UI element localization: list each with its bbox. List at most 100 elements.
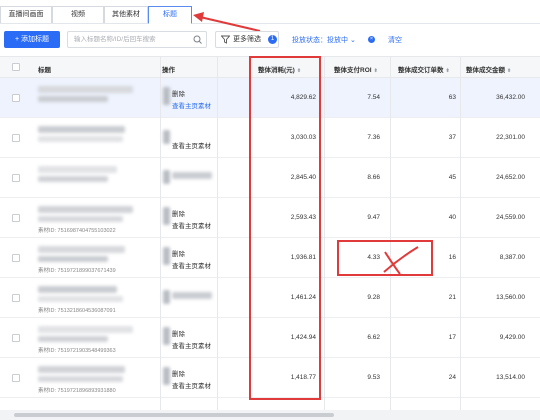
header-amount-label: 整体成交金额	[466, 67, 505, 74]
blurred-operation-thumb	[163, 130, 170, 144]
material-id-text: 素材ID: 7519721896893931880	[38, 388, 116, 394]
title-materials-table: 标题 操作 整体消耗(元) ⬍ 整体支付ROI ⬍ 整体成交订单数 ⬍ 整体成交金额 ⬍…	[0, 56, 540, 410]
filter-icon	[221, 35, 230, 44]
blurred-title-text	[38, 366, 125, 373]
view-homepage-material-link[interactable]: 查看主页素材	[172, 340, 211, 350]
row-checkbox[interactable]	[12, 254, 20, 262]
roi-value: 8.66	[367, 174, 380, 181]
row-checkbox[interactable]	[12, 134, 20, 142]
amount-value: 13,560.00	[496, 294, 525, 301]
amount-value: 13,514.00	[496, 374, 525, 381]
delete-link[interactable]: 删除	[172, 328, 185, 338]
blurred-operation-text	[172, 172, 212, 179]
status-filter-tag[interactable]: 投放状态：投放中 ⌄	[292, 35, 356, 45]
blurred-title-text	[38, 96, 108, 102]
select-all-checkbox[interactable]	[12, 63, 20, 71]
view-homepage-material-link[interactable]: 查看主页素材	[172, 380, 211, 390]
amount-value: 24,559.00	[496, 214, 525, 221]
tab-live-room[interactable]: 直播间画面	[0, 6, 52, 23]
column-divider	[324, 56, 325, 410]
material-id-text: 素材ID: 7516987404755103022	[38, 228, 116, 234]
orders-value: 63	[448, 94, 456, 101]
column-divider	[217, 56, 218, 410]
search-icon[interactable]	[193, 35, 202, 44]
roi-value: 9.47	[367, 214, 380, 221]
blurred-title-text	[38, 176, 108, 182]
blurred-title-text	[38, 376, 123, 382]
scrollbar-thumb[interactable]	[14, 413, 334, 417]
blurred-title-text	[38, 336, 108, 342]
row-checkbox[interactable]	[12, 334, 20, 342]
amount-value: 22,301.00	[496, 134, 525, 141]
blurred-operation-thumb	[163, 170, 170, 184]
more-filter-button[interactable]: 更多筛选 1	[215, 31, 279, 48]
tab-video[interactable]: 视频	[52, 6, 104, 23]
blurred-title-text	[38, 326, 133, 333]
blurred-operation-thumb	[163, 290, 170, 304]
orders-value: 40	[448, 214, 456, 221]
blurred-title-text	[38, 126, 125, 133]
view-homepage-material-link[interactable]: 查看主页素材	[172, 140, 211, 150]
view-homepage-material-link[interactable]: 查看主页素材	[172, 100, 211, 110]
blurred-title-text	[38, 246, 125, 253]
remove-status-filter-icon[interactable]: ×	[368, 36, 375, 43]
orders-value: 24	[448, 374, 456, 381]
blurred-title-text	[38, 86, 133, 93]
blurred-operation-thumb	[163, 327, 170, 345]
amount-value: 9,429.00	[499, 334, 525, 341]
roi-value: 9.53	[367, 374, 380, 381]
blurred-title-text	[38, 296, 123, 302]
tab-other-material[interactable]: 其他素材	[104, 6, 148, 23]
row-checkbox[interactable]	[12, 214, 20, 222]
annotation-cost-box	[249, 56, 321, 400]
row-checkbox[interactable]	[12, 374, 20, 382]
column-divider	[160, 56, 161, 410]
header-amount[interactable]: 整体成交金额 ⬍	[466, 64, 511, 74]
more-filter-label: 更多筛选	[233, 36, 261, 43]
amount-value: 36,432.00	[496, 94, 525, 101]
sort-icon[interactable]: ⬍	[446, 68, 450, 74]
status-filter-label: 投放状态：投放中	[292, 37, 348, 44]
view-homepage-material-link[interactable]: 查看主页素材	[172, 260, 211, 270]
search-input[interactable]	[68, 32, 188, 47]
horizontal-scrollbar[interactable]	[0, 410, 540, 420]
header-roi-label: 整体支付ROI	[334, 67, 372, 74]
header-operation: 操作	[162, 67, 175, 74]
material-tabs: 直播间画面 视频 其他素材 标题	[0, 0, 540, 24]
clear-filters-link[interactable]: 清空	[388, 35, 402, 45]
roi-value: 7.54	[367, 94, 380, 101]
roi-value: 7.36	[367, 134, 380, 141]
sort-icon[interactable]: ⬍	[374, 68, 378, 74]
row-checkbox[interactable]	[12, 174, 20, 182]
toolbar: + 添加标题 更多筛选 1 投放状态：投放中 ⌄ × 清空	[0, 30, 540, 50]
tab-title[interactable]: 标题	[148, 6, 192, 24]
blurred-operation-thumb	[163, 87, 170, 105]
orders-value: 17	[448, 334, 456, 341]
delete-link[interactable]: 删除	[172, 208, 185, 218]
blurred-operation-text	[172, 292, 212, 299]
add-title-button[interactable]: + 添加标题	[4, 31, 60, 48]
blurred-operation-thumb	[163, 367, 170, 385]
sort-icon[interactable]: ⬍	[507, 68, 511, 74]
roi-value: 6.62	[367, 334, 380, 341]
header-orders[interactable]: 整体成交订单数 ⬍	[398, 64, 450, 74]
column-divider	[460, 56, 461, 410]
chevron-down-icon: ⌄	[349, 37, 356, 44]
material-id-text: 素材ID: 7519721899037671439	[38, 268, 116, 274]
orders-value: 37	[448, 134, 456, 141]
row-checkbox[interactable]	[12, 294, 20, 302]
row-checkbox[interactable]	[12, 94, 20, 102]
delete-link[interactable]: 删除	[172, 88, 185, 98]
amount-value: 24,652.00	[496, 174, 525, 181]
header-roi[interactable]: 整体支付ROI ⬍	[334, 64, 378, 74]
delete-link[interactable]: 删除	[172, 248, 185, 258]
blurred-title-text	[38, 286, 117, 293]
orders-value: 21	[448, 294, 456, 301]
amount-value: 8,387.00	[499, 254, 525, 261]
blurred-title-text	[38, 166, 117, 173]
annotation-cross-mark	[383, 246, 419, 275]
delete-link[interactable]: 删除	[172, 368, 185, 378]
blurred-title-text	[38, 256, 108, 262]
column-divider	[390, 56, 391, 410]
view-homepage-material-link[interactable]: 查看主页素材	[172, 220, 211, 230]
